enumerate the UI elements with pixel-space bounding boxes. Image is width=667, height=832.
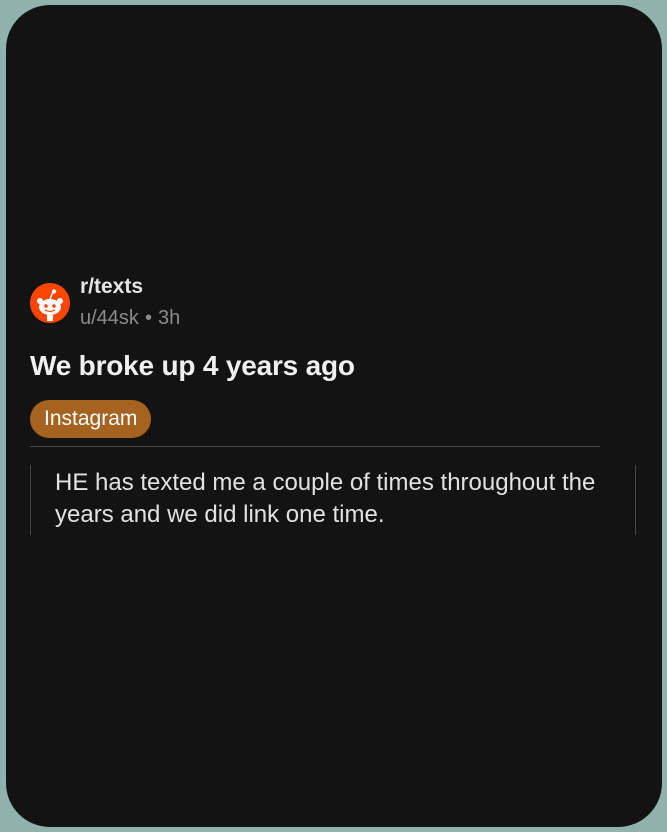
post-card[interactable]: r/texts u/44sk • 3h We broke up 4 years ag…: [30, 275, 640, 535]
post-body: HE has texted me a couple of times throu…: [30, 465, 636, 535]
post-header: r/texts u/44sk • 3h: [30, 275, 640, 335]
author-name[interactable]: u/44sk: [80, 307, 139, 329]
meta-separator: •: [144, 307, 152, 329]
screen-frame: r/texts u/44sk • 3h We broke up 4 years ag…: [6, 5, 662, 827]
post-time: 3h: [157, 307, 181, 329]
post-title[interactable]: We broke up 4 years ago: [30, 350, 640, 382]
post-flair[interactable]: Instagram: [30, 400, 152, 438]
subreddit-name[interactable]: r/texts: [80, 275, 143, 299]
post-meta: u/44sk • 3h: [80, 307, 180, 330]
reddit-snoo-icon[interactable]: [30, 283, 70, 323]
divider: [30, 446, 600, 447]
